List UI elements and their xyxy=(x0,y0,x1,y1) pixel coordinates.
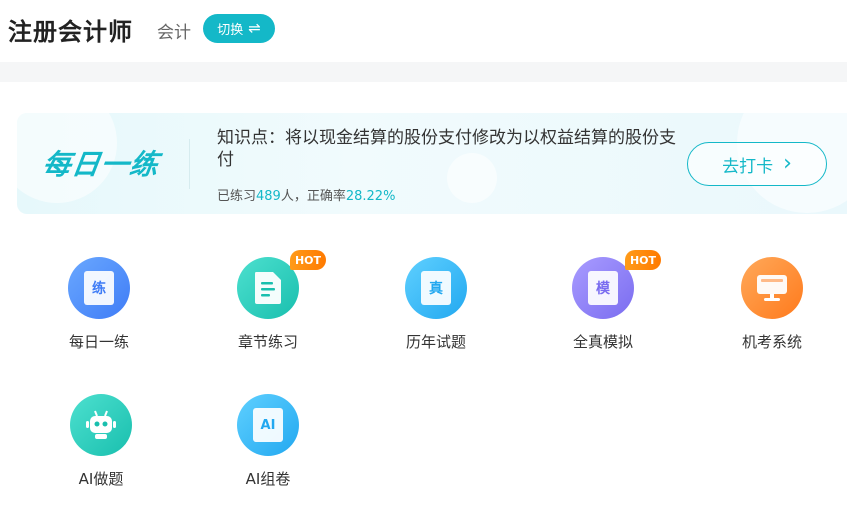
ai-robot-icon xyxy=(70,394,132,456)
computer-exam-icon xyxy=(741,257,803,319)
stats-rate: 28.22% xyxy=(345,189,396,204)
grid-item-mock-exam[interactable]: 模 HOT 全真模拟 xyxy=(543,250,663,367)
book-icon: 模 xyxy=(588,271,618,305)
grid-item-daily-practice[interactable]: 练 每日一练 xyxy=(39,257,159,367)
grid-item-ai-practice[interactable]: AI做题 xyxy=(41,394,161,504)
ai-paper-icon: AI xyxy=(237,394,299,456)
checkin-label: 去打卡 xyxy=(722,156,774,177)
practice-stats: 已练习489人，正确率28.22% xyxy=(217,185,395,204)
grid-item-label: AI做题 xyxy=(78,470,124,488)
grid-item-label: 章节练习 xyxy=(237,333,298,351)
daily-practice-icon: 练 xyxy=(68,257,130,319)
grid-item-computer-exam[interactable]: 机考系统 xyxy=(712,257,832,367)
section-divider xyxy=(0,62,847,82)
current-subject: 会计 xyxy=(157,23,191,43)
grid-item-label: AI组卷 xyxy=(245,470,291,488)
page-title: 注册会计师 xyxy=(8,18,133,46)
document-icon xyxy=(255,272,281,304)
knowledge-point: 知识点：将以现金结算的股份支付修改为以权益结算的股份支付 xyxy=(217,128,676,170)
stats-mid: 人，正确率 xyxy=(280,189,346,204)
grid-item-label: 全真模拟 xyxy=(572,333,633,351)
grid-item-chapter-practice[interactable]: HOT 章节练习 xyxy=(208,250,328,367)
header: 注册会计师 会计 切换 ⇌ xyxy=(0,0,847,62)
daily-practice-logo: 每日一练 xyxy=(40,148,162,181)
chevron-right-icon: › xyxy=(783,151,792,176)
grid-item-past-exams[interactable]: 真 历年试题 xyxy=(376,257,496,367)
hot-badge: HOT xyxy=(290,250,326,270)
card-divider xyxy=(189,139,190,189)
swap-icon: ⇌ xyxy=(248,19,261,37)
grid-item-label: 机考系统 xyxy=(741,333,802,351)
switch-label: 切换 xyxy=(217,23,244,38)
stats-prefix: 已练习 xyxy=(217,189,257,204)
stats-count: 489 xyxy=(256,189,281,204)
daily-practice-card[interactable]: 每日一练 知识点：将以现金结算的股份支付修改为以权益结算的股份支付 已练习489… xyxy=(17,113,847,214)
grid-item-label: 每日一练 xyxy=(68,333,129,351)
hot-badge: HOT xyxy=(625,250,661,270)
checkin-button[interactable]: 去打卡 › xyxy=(687,142,827,186)
book-icon: 真 xyxy=(421,271,451,305)
grid-item-ai-paper[interactable]: AI AI组卷 xyxy=(208,394,328,504)
switch-subject-button[interactable]: 切换 ⇌ xyxy=(203,14,275,43)
grid-item-label: 历年试题 xyxy=(405,333,466,351)
book-icon: 练 xyxy=(84,271,114,305)
book-icon: AI xyxy=(253,408,283,442)
robot-icon xyxy=(86,410,116,439)
past-exam-icon: 真 xyxy=(405,257,467,319)
monitor-icon xyxy=(757,275,787,301)
